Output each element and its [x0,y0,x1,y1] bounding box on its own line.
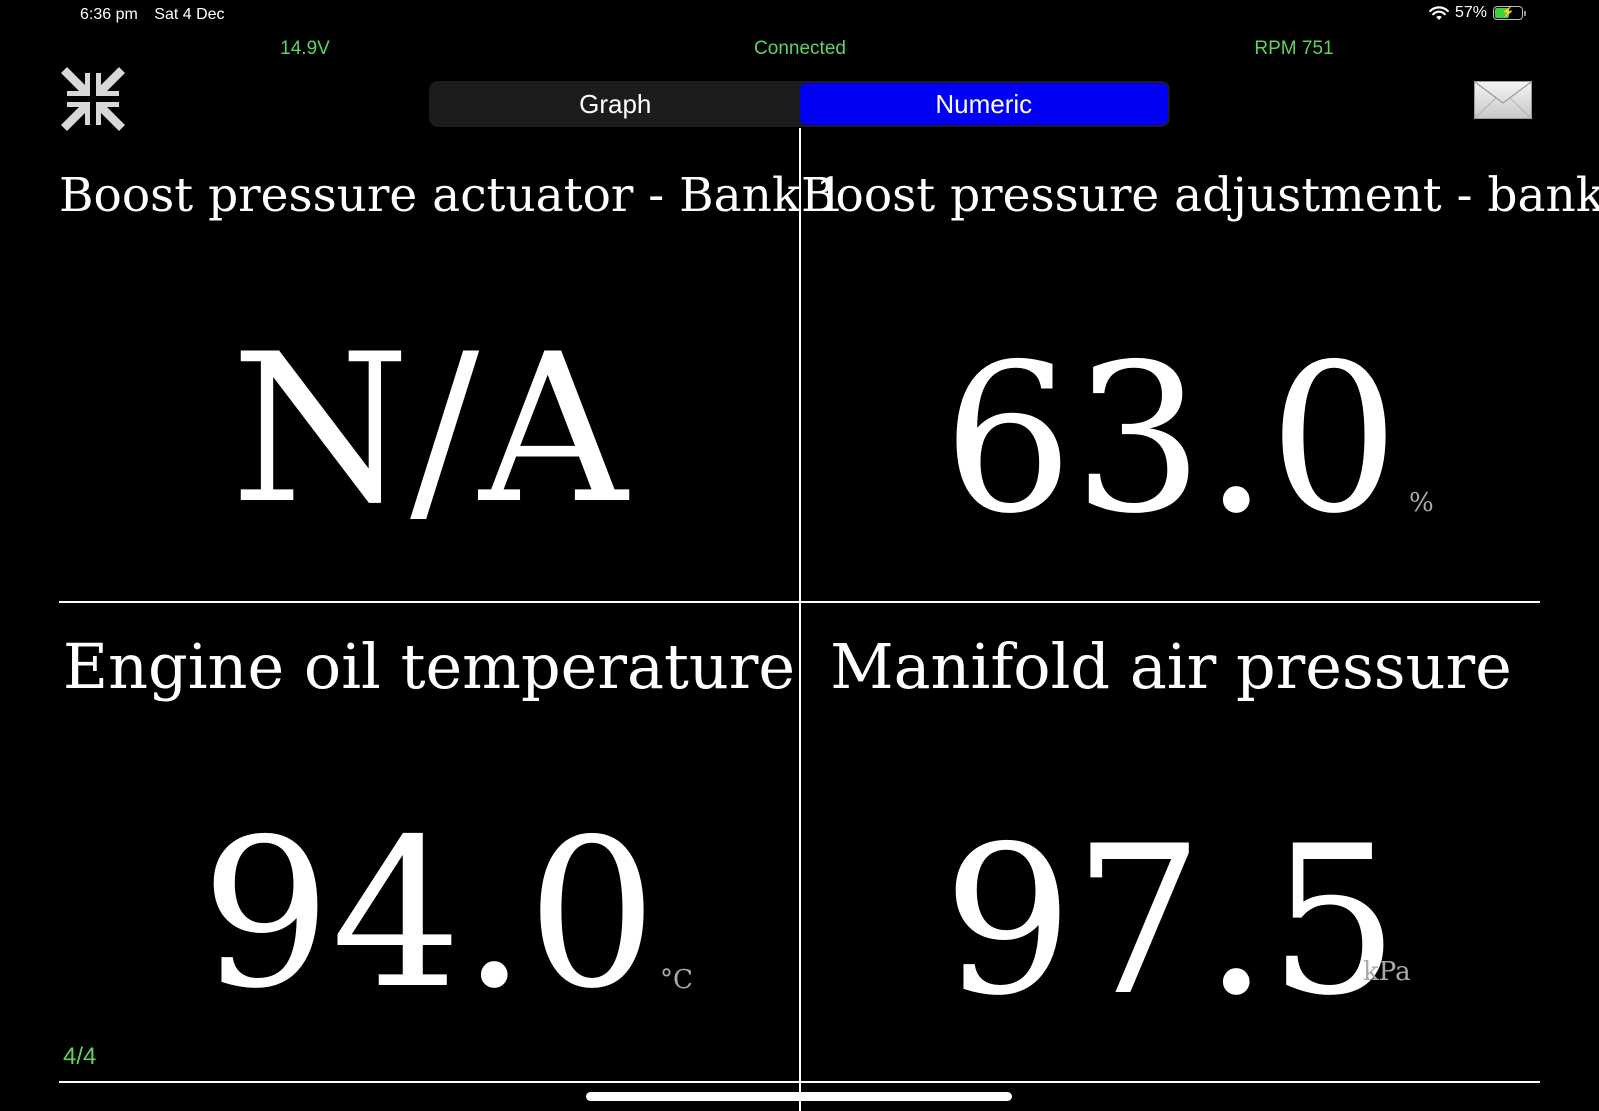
segment-graph[interactable]: Graph [431,83,800,125]
status-bar-right: 57% ⚡ [1429,4,1526,22]
gauge-cell-boost-adjustment[interactable]: Boost pressure adjustment - bank 0 63.0 … [801,128,1599,598]
gauge-cell-engine-oil-temperature[interactable]: Engine oil temperature 94.0 °C [59,605,799,1075]
page-indicator: 4/4 [63,1043,97,1070]
mail-icon [1474,81,1532,119]
gauge-unit: kPa [1363,957,1411,987]
gauge-unit: % [1409,488,1434,518]
gauge-cell-boost-actuator[interactable]: Boost pressure actuator - Bank 1 N/A [59,128,846,598]
collapse-button[interactable] [57,63,129,135]
mail-button[interactable] [1474,81,1532,119]
rpm-readout: RPM 751 [1254,38,1334,59]
status-date: Sat 4 Dec [154,6,225,23]
gauge-unit: °C [660,965,693,995]
view-mode-segmented-control[interactable]: Graph Numeric [429,81,1170,127]
connection-status: Connected [754,38,846,59]
gauge-value: N/A [230,311,628,549]
gauge-cell-manifold-air-pressure[interactable]: Manifold air pressure 97.5 kPa [801,605,1541,1075]
grid-bottom-divider [59,1081,1540,1083]
battery-nub [1524,11,1526,16]
collapse-arrows-icon [61,67,125,131]
voltage-readout: 14.9V [280,38,330,59]
gauge-title: Boost pressure adjustment - bank 0 [801,168,1599,223]
gauge-title: Manifold air pressure [830,630,1512,703]
home-indicator[interactable] [586,1092,1012,1101]
grid-horizontal-divider [59,601,1540,603]
charging-bolt-icon: ⚡ [1501,6,1515,19]
gauge-title: Engine oil temperature [62,630,796,703]
gauge-title: Boost pressure actuator - Bank 1 [59,168,846,223]
status-time: 6:36 pm [80,6,138,23]
battery-percent: 57% [1454,4,1487,21]
wifi-icon [1429,5,1449,20]
gauge-value: 97.5 [942,803,1400,1041]
status-bar-left: 6:36 pm Sat 4 Dec [80,6,225,24]
segment-numeric[interactable]: Numeric [799,83,1168,125]
battery-charging-icon: ⚡ [1493,6,1526,20]
